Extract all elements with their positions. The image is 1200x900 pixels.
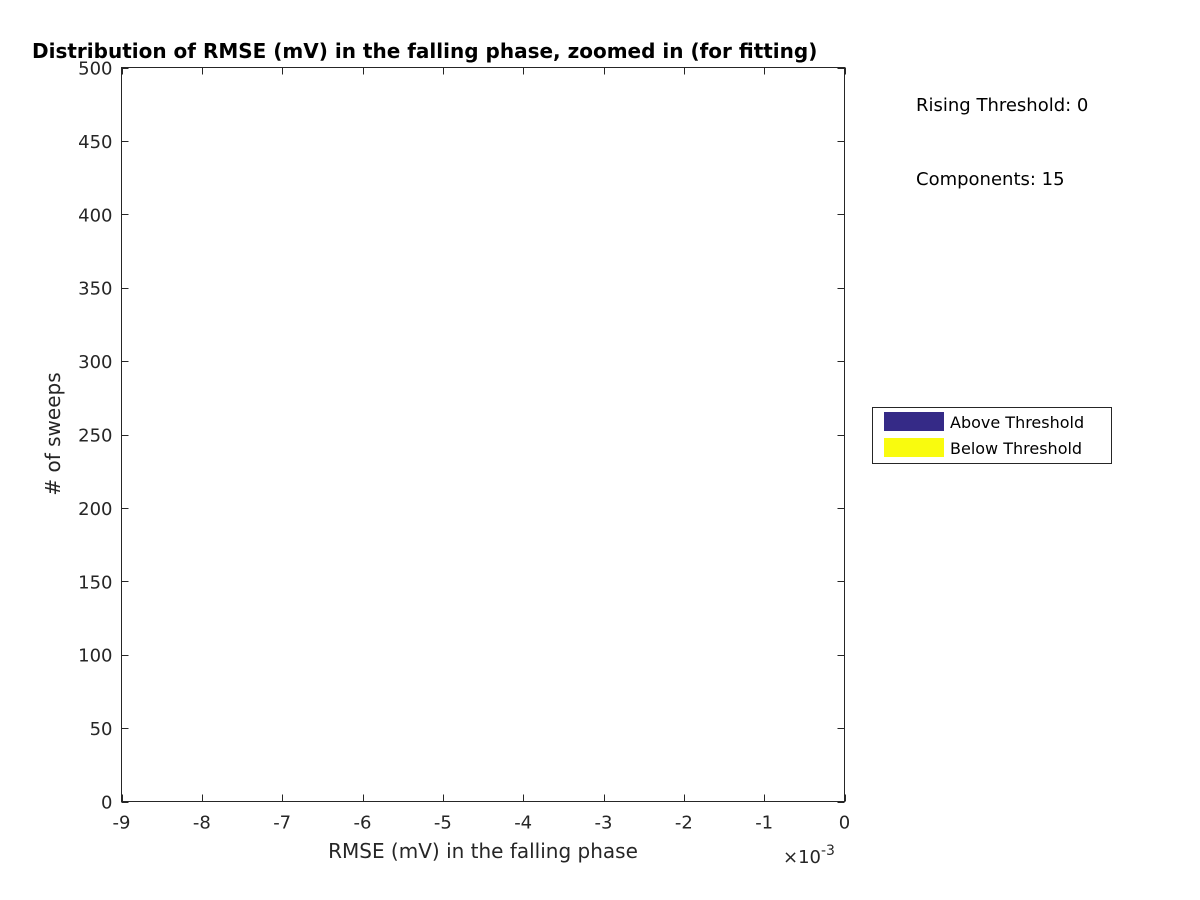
chart-figure: Distribution of RMSE (mV) in the falling…	[0, 0, 1200, 900]
y-tick-label: 400	[78, 205, 112, 226]
x-tick-label: -8	[193, 813, 211, 834]
y-tick-label: 100	[78, 646, 112, 667]
y-tick-label: 300	[78, 352, 112, 373]
legend-swatch-above-threshold	[884, 412, 944, 431]
x-exponent-power: -3	[821, 843, 835, 859]
plot-area	[121, 67, 845, 802]
plot-axes	[121, 67, 845, 802]
x-tick-label: -4	[514, 813, 532, 834]
y-tick-label: 250	[78, 426, 112, 447]
y-tick-label: 500	[78, 59, 112, 80]
chart-title: Distribution of RMSE (mV) in the falling…	[32, 39, 817, 63]
x-tick-label: -1	[755, 813, 773, 834]
x-tick-label: -5	[434, 813, 452, 834]
x-tick-label: -7	[273, 813, 291, 834]
x-tick-label: -3	[595, 813, 613, 834]
x-axis-label: RMSE (mV) in the falling phase	[328, 839, 638, 863]
y-tick-label: 200	[78, 499, 112, 520]
y-tick-label: 450	[78, 132, 112, 153]
y-tick-label: 150	[78, 572, 112, 593]
legend-label-below-threshold: Below Threshold	[950, 439, 1082, 458]
y-tick-label: 0	[101, 793, 112, 814]
components-annotation: Components: 15	[916, 169, 1065, 190]
y-tick-label: 350	[78, 279, 112, 300]
y-axis-label: # of sweeps	[41, 372, 65, 495]
y-tick-label: 50	[90, 719, 113, 740]
legend-label-above-threshold: Above Threshold	[950, 413, 1084, 432]
x-exponent-base: ×10	[783, 847, 821, 868]
x-tick-label: -9	[113, 813, 131, 834]
rising-threshold-annotation: Rising Threshold: 0	[916, 95, 1088, 116]
legend-swatch-below-threshold	[884, 438, 944, 457]
x-tick-label: -6	[354, 813, 372, 834]
legend: Above Threshold Below Threshold	[872, 407, 1112, 464]
x-tick-label: 0	[839, 813, 850, 834]
x-tick-label: -2	[675, 813, 693, 834]
